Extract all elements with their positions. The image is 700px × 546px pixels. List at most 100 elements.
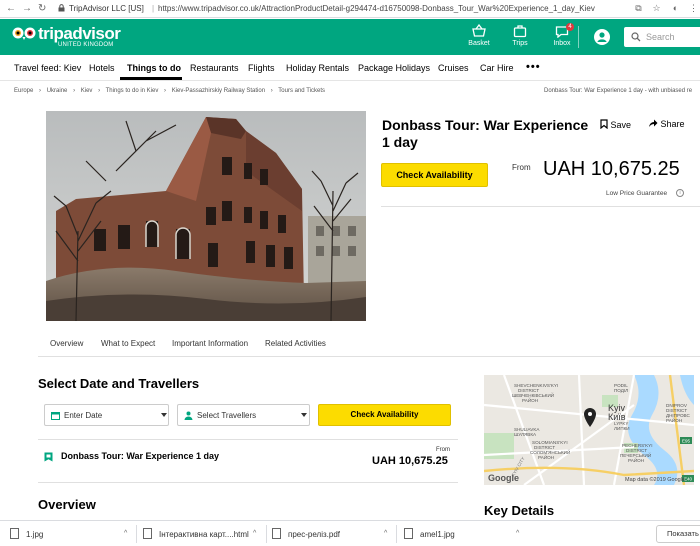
breadcrumb-kiev[interactable]: Kiev xyxy=(81,88,93,94)
chevron-down-icon xyxy=(161,413,167,417)
save-label: Save xyxy=(610,120,632,130)
tabs-divider xyxy=(38,356,700,357)
divider xyxy=(38,482,458,483)
translate-icon[interactable]: ⧉ xyxy=(633,3,644,14)
search-placeholder: Search xyxy=(646,32,675,42)
offer-price: UAH 10,675.25 xyxy=(372,455,448,467)
search-icon xyxy=(631,32,641,42)
divider xyxy=(266,525,267,543)
tab-overview[interactable]: Overview xyxy=(50,339,83,348)
suitcase-icon xyxy=(513,25,527,38)
share-arrow-icon xyxy=(649,119,658,127)
save-button[interactable]: Save xyxy=(600,119,631,130)
tab-important-information[interactable]: Important Information xyxy=(172,339,248,348)
active-tab-indicator xyxy=(120,77,182,80)
breadcrumb-things-to-do[interactable]: Things to do in Kiev xyxy=(106,88,159,94)
basket-icon xyxy=(472,24,486,37)
ticket-icon xyxy=(44,452,53,462)
inbox-badge: 4 xyxy=(566,23,574,31)
map-attribution: Map data ©2019 Google xyxy=(625,477,686,483)
file-icon xyxy=(272,528,281,539)
tab-what-to-expect[interactable]: What to Expect xyxy=(101,339,155,348)
date-label: Enter Date xyxy=(64,411,103,420)
breadcrumb-ukraine[interactable]: Ukraine xyxy=(47,88,68,94)
tab-related-activities[interactable]: Related Activities xyxy=(265,339,326,348)
nav-restaurants[interactable]: Restaurants xyxy=(190,63,239,73)
check-availability-button-2[interactable]: Check Availability xyxy=(318,404,451,426)
nav-travel-feed[interactable]: Travel feed: Kiev xyxy=(14,63,81,73)
browser-bar: ← → ↻ TripAdvisor LLC [US] | https://www… xyxy=(0,0,700,18)
nav-car-hire[interactable]: Car Hire xyxy=(480,63,514,73)
more-menu-icon[interactable]: ••• xyxy=(526,61,541,73)
map-label: ШУЛЯВКА xyxy=(514,432,537,437)
menu-icon[interactable]: ⋮ xyxy=(688,3,699,14)
breadcrumb-separator: › xyxy=(270,88,273,94)
nav-holiday-rentals[interactable]: Holiday Rentals xyxy=(286,63,349,73)
show-all-button[interactable]: Показать xyxy=(656,525,700,543)
offer-from-label: From xyxy=(436,447,450,453)
logo-text[interactable]: tripadvisor xyxy=(38,24,121,44)
inbox-button[interactable]: 4 Inbox xyxy=(544,23,580,51)
info-icon[interactable]: i xyxy=(676,189,684,197)
forward-icon[interactable]: → xyxy=(22,3,32,15)
map-label: ПОДІЛ xyxy=(614,388,628,393)
back-icon[interactable]: ← xyxy=(6,3,16,15)
date-picker[interactable]: Enter Date xyxy=(44,404,169,426)
map-city-label: Київ xyxy=(608,412,626,422)
nav-cruises[interactable]: Cruises xyxy=(438,63,469,73)
reload-icon[interactable]: ↻ xyxy=(38,3,46,15)
check-availability-button[interactable]: Check Availability xyxy=(381,163,488,187)
chevron-up-icon[interactable]: ^ xyxy=(253,530,256,537)
price: UAH 10,675.25 xyxy=(543,158,680,180)
low-price-guarantee: Low Price Guarantee xyxy=(606,190,668,197)
breadcrumb-separator: › xyxy=(164,88,167,94)
search-input[interactable]: Search xyxy=(624,27,700,47)
travellers-label: Select Travellers xyxy=(197,411,257,420)
nav-flights[interactable]: Flights xyxy=(248,63,275,73)
chevron-up-icon[interactable]: ^ xyxy=(384,530,387,537)
download-item[interactable]: 1.jpg ^ xyxy=(10,525,130,543)
breadcrumb-europe[interactable]: Europe xyxy=(14,88,33,94)
breadcrumb-separator: › xyxy=(73,88,76,94)
address-bar[interactable]: https://www.tripadvisor.co.uk/Attraction… xyxy=(158,4,595,13)
basket-button[interactable]: Basket xyxy=(461,23,497,51)
divider xyxy=(396,525,397,543)
map-label: ШЕВЧЕНКІВСЬКИЙ xyxy=(512,391,554,398)
breadcrumb-station[interactable]: Kiev-Passazhirskiy Railway Station xyxy=(172,88,265,94)
nav-package-holidays[interactable]: Package Holidays xyxy=(358,63,430,73)
offer-name[interactable]: Donbass Tour: War Experience 1 day xyxy=(61,451,219,461)
site-identity[interactable]: TripAdvisor LLC [US] xyxy=(69,4,144,13)
bookmark-icon xyxy=(600,119,608,130)
star-icon[interactable]: ☆ xyxy=(651,3,662,14)
download-filename: amel1.jpg xyxy=(420,530,455,539)
owl-logo-icon[interactable] xyxy=(12,26,36,40)
nav-hotels[interactable]: Hotels xyxy=(89,63,115,73)
inbox-label: Inbox xyxy=(553,40,571,47)
chevron-up-icon[interactable]: ^ xyxy=(516,530,519,537)
road-shield-e95: E95 xyxy=(682,439,691,444)
hero-photo[interactable] xyxy=(46,111,366,321)
breadcrumb-tours[interactable]: Tours and Tickets xyxy=(278,88,325,94)
travellers-picker[interactable]: Select Travellers xyxy=(177,404,310,426)
share-button[interactable]: Share xyxy=(648,119,685,129)
download-item[interactable]: Інтерактивна карт....html ^ xyxy=(143,525,260,543)
file-icon xyxy=(404,528,413,539)
trips-label: Trips xyxy=(512,40,528,47)
download-item[interactable]: amel1.jpg ^ xyxy=(404,525,522,543)
breadcrumb-separator: › xyxy=(98,88,101,94)
extension-icon[interactable]: ◐ xyxy=(670,3,681,14)
map-canvas: E95 E40 SHEVCHENKIVS'KYI DISTRICT ШЕВЧЕН… xyxy=(484,375,694,485)
map-label: РАЙОН xyxy=(522,396,538,403)
logo-subtitle: UNITED KINGDOM xyxy=(58,42,114,48)
chevron-up-icon[interactable]: ^ xyxy=(124,530,127,537)
ruined-building-photo xyxy=(46,111,366,321)
map[interactable]: E95 E40 SHEVCHENKIVS'KYI DISTRICT ШЕВЧЕН… xyxy=(484,375,694,485)
trips-button[interactable]: Trips xyxy=(502,23,538,51)
calendar-icon xyxy=(51,412,60,420)
nav-things-to-do[interactable]: Things to do xyxy=(127,63,181,73)
avatar-icon[interactable] xyxy=(594,29,610,45)
download-item[interactable]: прес-реліз.pdf ^ xyxy=(272,525,390,543)
header-divider xyxy=(578,26,579,48)
map-label: ПЕЧЕРСЬКИЙ xyxy=(620,451,651,458)
file-icon xyxy=(143,528,152,539)
